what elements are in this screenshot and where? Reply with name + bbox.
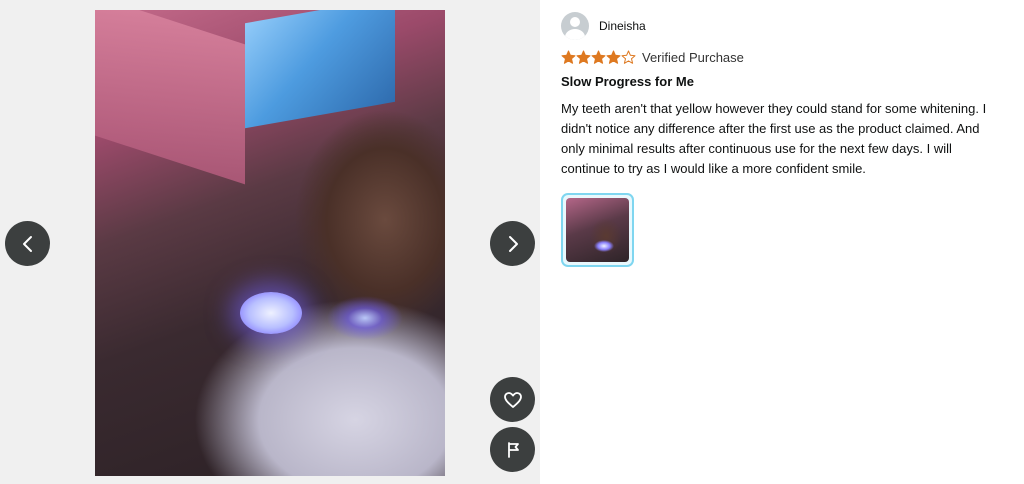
review-photo	[95, 10, 445, 476]
star-empty-icon	[621, 50, 636, 64]
photo-tv-screen	[245, 10, 395, 129]
heart-icon	[503, 391, 522, 408]
author-name: Dineisha	[599, 19, 646, 33]
star-rating	[561, 50, 636, 65]
chevron-right-icon	[508, 235, 518, 252]
review-title: Slow Progress for Me	[561, 74, 694, 89]
star-filled-icon	[591, 50, 606, 64]
avatar-body	[565, 29, 585, 40]
star-filled-icon	[561, 50, 576, 64]
previous-image-button[interactable]	[5, 221, 50, 266]
avatar-head	[570, 17, 580, 27]
chevron-left-icon	[22, 235, 32, 252]
photo-pillow	[95, 10, 245, 185]
rating-row: Verified Purchase	[561, 48, 1001, 66]
like-button[interactable]	[490, 377, 535, 422]
image-viewer	[0, 0, 540, 484]
report-button[interactable]	[490, 427, 535, 472]
flag-icon	[507, 441, 519, 458]
star-filled-icon	[606, 50, 621, 64]
avatar	[561, 12, 589, 40]
verified-purchase-badge: Verified Purchase	[642, 49, 744, 65]
photo-led-mouthpiece	[240, 292, 302, 334]
next-image-button[interactable]	[490, 221, 535, 266]
review-panel: Dineisha Verified Purchase Slow Progress…	[561, 10, 1001, 267]
thumbnail-image	[566, 198, 629, 262]
review-body: My teeth aren't that yellow however they…	[561, 101, 987, 176]
review-author: Dineisha	[561, 10, 1001, 42]
star-filled-icon	[576, 50, 591, 64]
image-thumbnail[interactable]	[561, 193, 634, 267]
